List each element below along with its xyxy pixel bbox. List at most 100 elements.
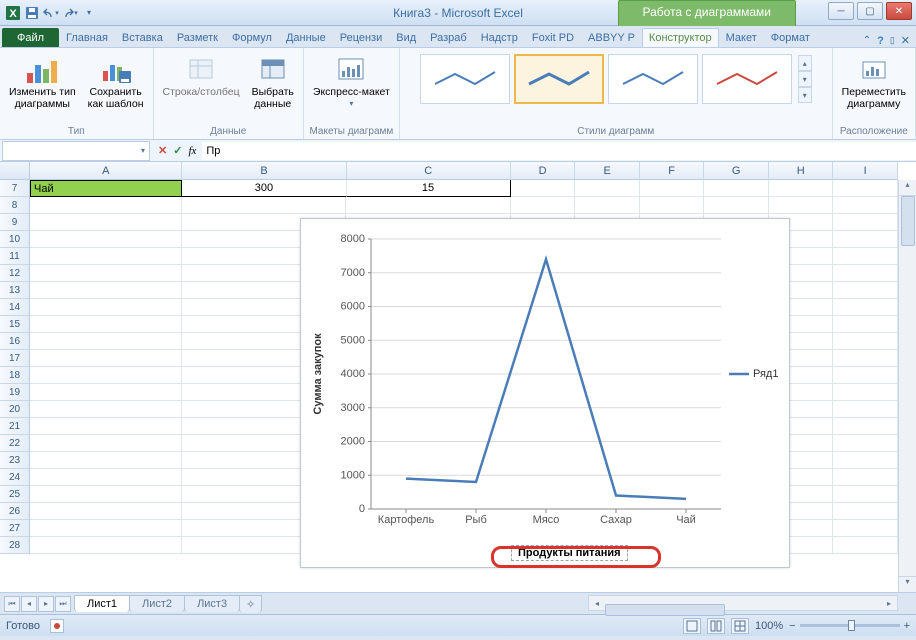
cell-A12[interactable]	[30, 265, 182, 282]
cell-A20[interactable]	[30, 401, 182, 418]
cell-A10[interactable]	[30, 231, 182, 248]
row-header-23[interactable]: 23	[0, 452, 29, 469]
cell-I12[interactable]	[833, 265, 898, 282]
col-header-G[interactable]: G	[704, 162, 769, 179]
cell-A28[interactable]	[30, 537, 182, 554]
view-normal-button[interactable]	[683, 618, 701, 634]
row-header-16[interactable]: 16	[0, 333, 29, 350]
select-data-button[interactable]: Выбрать данные	[247, 50, 299, 113]
cell-F7[interactable]	[640, 180, 705, 197]
row-header-11[interactable]: 11	[0, 248, 29, 265]
cell-A18[interactable]	[30, 367, 182, 384]
cancel-icon[interactable]: ✕	[158, 144, 167, 157]
cell-A24[interactable]	[30, 469, 182, 486]
sheet-next-button[interactable]: ▸	[38, 596, 54, 612]
col-header-C[interactable]: C	[347, 162, 511, 179]
tab-abbyy[interactable]: ABBYY P	[581, 28, 642, 47]
row-header-27[interactable]: 27	[0, 520, 29, 537]
cell-E8[interactable]	[575, 197, 640, 214]
cell-H8[interactable]	[769, 197, 834, 214]
sheet-last-button[interactable]: ⏭	[55, 596, 71, 612]
cell-I14[interactable]	[833, 299, 898, 316]
tab-home[interactable]: Главная	[59, 28, 115, 47]
cell-I19[interactable]	[833, 384, 898, 401]
cell-A16[interactable]	[30, 333, 182, 350]
sheet-tab-3[interactable]: Лист3	[184, 595, 240, 612]
row-header-8[interactable]: 8	[0, 197, 29, 214]
tab-layout[interactable]: Разметк	[170, 28, 225, 47]
sheet-first-button[interactable]: ⏮	[4, 596, 20, 612]
cell-E7[interactable]	[575, 180, 640, 197]
cell-A27[interactable]	[30, 520, 182, 537]
cell-G8[interactable]	[704, 197, 769, 214]
style-4[interactable]	[702, 54, 792, 104]
row-header-18[interactable]: 18	[0, 367, 29, 384]
select-all-corner[interactable]	[0, 162, 30, 180]
row-header-15[interactable]: 15	[0, 316, 29, 333]
cell-I9[interactable]	[833, 214, 898, 231]
row-header-28[interactable]: 28	[0, 537, 29, 554]
tab-formulas[interactable]: Формул	[225, 28, 279, 47]
row-header-7[interactable]: 7	[0, 180, 29, 197]
style-2[interactable]	[514, 54, 604, 104]
row-header-19[interactable]: 19	[0, 384, 29, 401]
cell-I22[interactable]	[833, 435, 898, 452]
cell-C8[interactable]	[346, 197, 510, 214]
row-header-9[interactable]: 9	[0, 214, 29, 231]
col-header-H[interactable]: H	[769, 162, 834, 179]
tab-file[interactable]: Файл	[2, 28, 59, 47]
tab-design[interactable]: Конструктор	[642, 28, 719, 47]
cell-D8[interactable]	[511, 197, 576, 214]
cell-I17[interactable]	[833, 350, 898, 367]
macro-record-icon[interactable]	[50, 619, 64, 633]
cell-I16[interactable]	[833, 333, 898, 350]
cell-A25[interactable]	[30, 486, 182, 503]
cell-B7[interactable]: 300	[182, 180, 346, 197]
cell-I13[interactable]	[833, 282, 898, 299]
embedded-chart[interactable]: 010002000300040005000600070008000Картофе…	[300, 218, 790, 568]
cell-I25[interactable]	[833, 486, 898, 503]
cell-B8[interactable]	[182, 197, 346, 214]
cell-I27[interactable]	[833, 520, 898, 537]
view-pagebreak-button[interactable]	[731, 618, 749, 634]
style-1[interactable]	[420, 54, 510, 104]
zoom-level[interactable]: 100%	[755, 620, 783, 632]
help-icon[interactable]: ?	[877, 35, 884, 47]
zoom-out-button[interactable]: −	[789, 620, 795, 632]
cell-A15[interactable]	[30, 316, 182, 333]
switch-row-col-button[interactable]: Строка/столбец	[158, 50, 245, 102]
cell-I15[interactable]	[833, 316, 898, 333]
cell-I28[interactable]	[833, 537, 898, 554]
tab-review[interactable]: Рецензи	[333, 28, 390, 47]
cell-A17[interactable]	[30, 350, 182, 367]
cell-I26[interactable]	[833, 503, 898, 520]
tab-addins[interactable]: Надстр	[474, 28, 525, 47]
col-header-F[interactable]: F	[640, 162, 705, 179]
row-header-22[interactable]: 22	[0, 435, 29, 452]
close-button[interactable]: ✕	[886, 2, 912, 20]
express-layout-button[interactable]: Экспресс-макет ▾	[308, 50, 395, 111]
cell-I11[interactable]	[833, 248, 898, 265]
cell-A7[interactable]: Чай	[30, 180, 182, 197]
cell-I18[interactable]	[833, 367, 898, 384]
doc-close-icon[interactable]: ✕	[901, 34, 910, 47]
change-chart-type-button[interactable]: Изменить тип диаграммы	[4, 50, 81, 113]
style-down-button[interactable]: ▾	[798, 71, 812, 87]
name-box[interactable]: ▾	[2, 141, 150, 161]
tab-view[interactable]: Вид	[389, 28, 423, 47]
cell-A8[interactable]	[30, 197, 182, 214]
doc-restore-icon[interactable]: ▯	[890, 35, 895, 46]
row-header-10[interactable]: 10	[0, 231, 29, 248]
fx-icon[interactable]: fx	[188, 145, 196, 157]
redo-icon[interactable]: ▾	[61, 4, 79, 22]
tab-foxit[interactable]: Foxit PD	[525, 28, 581, 47]
cell-I7[interactable]	[833, 180, 898, 197]
cell-C7[interactable]: 15	[347, 180, 511, 197]
row-header-12[interactable]: 12	[0, 265, 29, 282]
row-header-14[interactable]: 14	[0, 299, 29, 316]
row-header-20[interactable]: 20	[0, 401, 29, 418]
cell-A23[interactable]	[30, 452, 182, 469]
col-header-B[interactable]: B	[182, 162, 346, 179]
excel-icon[interactable]: X	[4, 4, 22, 22]
move-chart-button[interactable]: Переместить диаграмму	[837, 50, 911, 113]
